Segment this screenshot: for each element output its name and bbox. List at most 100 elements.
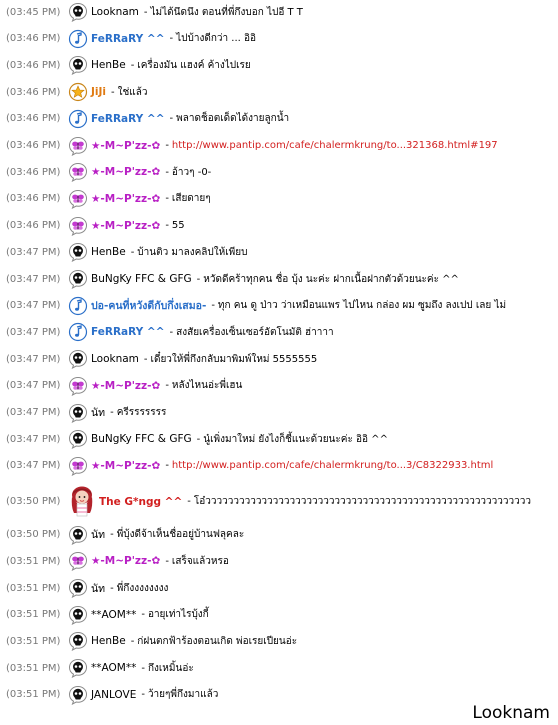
message-separator: - [165,193,169,205]
message-timestamp: (03:46 PM) [6,220,61,232]
sender-name[interactable]: ★-M~P'zz-✿ [91,380,160,392]
butterfly-icon[interactable] [68,376,88,396]
message-timestamp: (03:47 PM) [6,407,61,418]
skull-icon[interactable] [68,269,88,290]
message-separator: - [165,380,169,392]
sender-name[interactable]: **AOM** [91,662,136,674]
sender-name[interactable]: The G*ngg ^^ [99,496,182,508]
sender-name[interactable]: ★-M~P'zz-✿ [91,140,160,152]
skull-icon[interactable] [68,525,88,545]
message-link[interactable]: http://www.pantip.com/cafe/chalermkrung/… [172,460,493,471]
sender-name[interactable]: FeRRaRY ^^ [91,113,165,125]
chat-message-row: (03:51 PM) ★-M~P'zz-✿ - เสร็จแล้วหรอ [0,548,558,574]
message-timestamp: (03:50 PM) [6,529,61,541]
chat-message-row: (03:46 PM) FeRRaRY ^^ - พลาดช็อตเด็ดได้งายล… [0,106,558,132]
skull-icon[interactable] [68,403,88,423]
butterfly-icon[interactable] [68,456,88,476]
skull-icon[interactable] [68,578,88,599]
message-timestamp: (03:50 PM) [6,496,61,508]
sender-name[interactable]: ★-M~P'zz-✿ [91,166,160,178]
music-note-icon[interactable] [68,109,88,129]
sender-name[interactable]: Looknam [91,353,139,365]
chat-message-row: (03:47 PM) ★-M~P'zz-✿ - http://www.pantip.c… [0,453,558,479]
message-timestamp: (03:51 PM) [6,582,61,594]
sender-name[interactable]: HenBe [91,246,126,258]
sender-name[interactable]: JiJi [91,86,106,98]
sender-name[interactable]: นัท [91,526,105,543]
sender-name[interactable]: BuNgKy FFC & GFG [91,433,192,445]
chat-message-row: (03:47 PM) ★-M~P'zz-✿ - หลังไหนอ่ะพี่เฮน [0,373,558,399]
sender-name[interactable]: นัท [91,404,105,421]
message-separator: - [110,529,114,541]
message-timestamp: (03:46 PM) [6,140,61,151]
message-text: พี่กึงงงงงงงง [116,582,169,594]
chat-message-row: (03:47 PM) BuNgKy FFC & GFG - นู๋เพิ่งมาใหม… [0,426,558,452]
sender-name[interactable]: FeRRaRY ^^ [91,33,165,45]
message-separator: - [165,220,169,232]
message-separator: - [169,113,174,125]
message-timestamp: (03:47 PM) [6,246,61,258]
message-link[interactable]: http://www.pantip.com/cafe/chalermkrung/… [172,140,498,151]
chat-message-row: (03:46 PM) ★-M~P'zz-✿ - http://www.pantip.c… [0,133,558,159]
music-note-icon[interactable] [68,296,88,316]
skull-icon[interactable] [68,631,88,652]
sender-name[interactable]: JANLOVE [91,689,136,701]
butterfly-icon[interactable] [68,189,88,209]
sender-name[interactable]: ★-M~P'zz-✿ [91,193,160,205]
message-text: ไม่ได้นึดนึง ตอนที่พี่กึงบอก ไปอี T T [150,6,303,18]
music-note-icon[interactable] [68,322,88,342]
skull-icon[interactable] [68,429,88,450]
sender-name[interactable]: ปอ-คนที่หวังดีกับกึ่งเสมอ- [91,297,206,314]
message-timestamp: (03:47 PM) [6,273,61,285]
chat-message-row: (03:47 PM) นัท - ครีรรรรรรร [0,400,558,426]
message-text: อายุเท่าไรบุ้งกี้ [147,609,209,621]
message-text: หลังไหนอ่ะพี่เฮน [171,380,243,392]
message-separator: - [111,86,115,98]
skull-icon[interactable] [68,55,88,76]
skull-icon[interactable] [68,242,88,263]
sender-name[interactable]: FeRRaRY ^^ [91,326,165,338]
chat-message-row: (03:46 PM) JiJi - ใช่แล้ว [0,79,558,105]
message-separator: - [187,496,191,508]
chat-message-row: (03:50 PM) The G*ngg ^^ - โอ๋วววววววววววววว… [0,484,558,520]
message-separator: - [165,140,169,151]
sender-name[interactable]: BuNgKy FFC & GFG [91,273,192,285]
chat-message-row: (03:47 PM) HenBe - บ้านติว มาลงคลิปให้เพียบ [0,239,558,265]
message-separator: - [169,33,174,45]
sender-name[interactable]: Looknam [91,6,139,18]
message-text: เสร็จแล้วหรอ [171,555,229,567]
butterfly-icon[interactable] [68,136,88,156]
sender-name[interactable]: ★-M~P'zz-✿ [91,555,160,567]
chat-message-row: (03:46 PM) FeRRaRY ^^ - ไปบ้างดีกว่า ... อิ… [0,26,558,52]
message-timestamp: (03:47 PM) [6,460,61,472]
skull-icon[interactable] [68,605,88,625]
sender-name[interactable]: ★-M~P'zz-✿ [91,460,160,472]
sender-name[interactable]: HenBe [91,59,126,71]
girl-avatar-icon[interactable] [68,485,96,519]
message-text: อ้าวๆ -0- [171,166,212,178]
message-separator: - [165,166,169,178]
message-separator: - [130,59,135,71]
butterfly-icon[interactable] [68,162,88,183]
music-note-icon[interactable] [68,29,88,49]
sender-name[interactable]: ★-M~P'zz-✿ [91,220,160,232]
message-timestamp: (03:47 PM) [6,380,61,392]
sender-name[interactable]: **AOM** [91,609,136,621]
skull-icon[interactable] [68,685,88,705]
skull-icon[interactable] [68,349,88,370]
sender-name[interactable]: นัท [91,580,105,597]
message-separator: - [143,6,148,18]
chat-message-row: (03:45 PM) Looknam - ไม่ได้นึดนึง ตอนที่พี่… [0,0,558,25]
skull-icon[interactable] [68,2,88,23]
star-icon[interactable] [68,82,88,102]
message-timestamp: (03:46 PM) [6,86,61,98]
sender-name[interactable]: HenBe [91,635,126,647]
message-separator: - [130,246,135,258]
message-text: ใช่แล้ว [117,86,148,98]
message-text: เครื่องมัน แฮงค์ ค้างไปเรย [137,59,251,71]
butterfly-icon[interactable] [68,551,88,572]
message-text: พลาดช็อตเด็ดได้งายลูกน้ำ [176,113,290,125]
butterfly-icon[interactable] [68,216,88,236]
message-timestamp: (03:47 PM) [6,353,61,365]
skull-icon[interactable] [68,658,88,679]
